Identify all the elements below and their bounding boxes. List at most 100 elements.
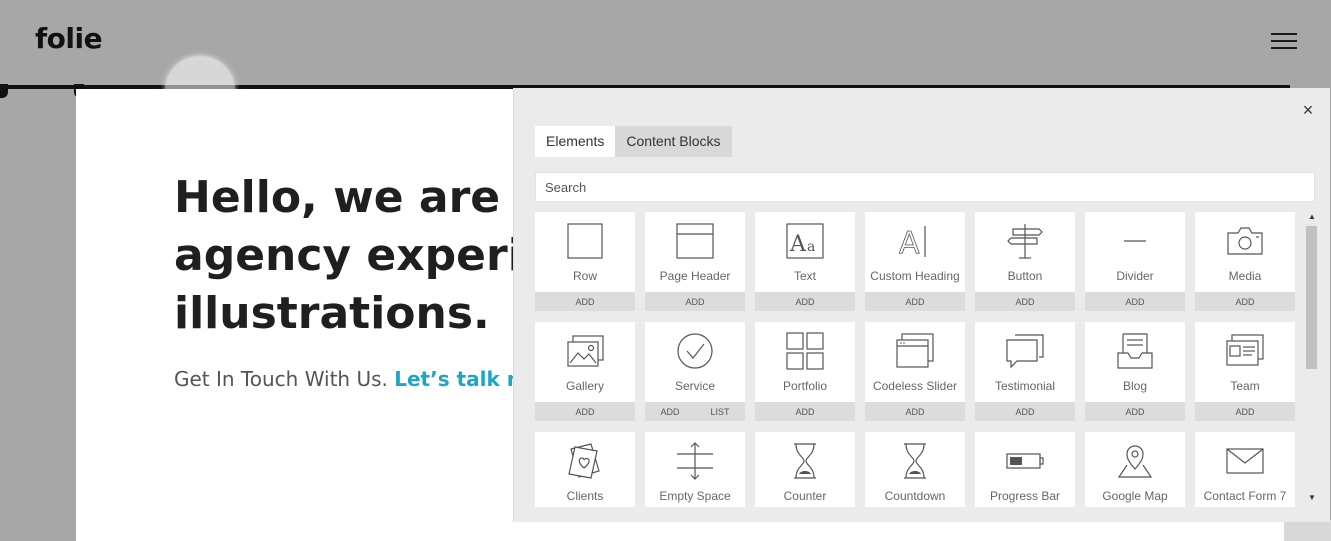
element-label: Service bbox=[674, 379, 715, 393]
camera-icon bbox=[1225, 221, 1265, 261]
svg-text:A: A bbox=[899, 226, 920, 261]
element-label: Custom Heading bbox=[870, 269, 960, 283]
element-card-counter[interactable]: Counter bbox=[755, 432, 855, 507]
element-label: Progress Bar bbox=[989, 489, 1061, 503]
search-input[interactable] bbox=[535, 172, 1315, 202]
add-button[interactable]: ADD bbox=[685, 297, 704, 307]
element-card-empty-space[interactable]: Empty Space bbox=[645, 432, 745, 507]
element-label: Media bbox=[1228, 269, 1262, 283]
element-label: Gallery bbox=[565, 379, 604, 393]
hero-heading: Hello, we are a agency experie illustrat… bbox=[174, 169, 553, 343]
element-label: Counter bbox=[783, 489, 827, 503]
divider-icon bbox=[1115, 221, 1155, 261]
check-circle-icon bbox=[675, 331, 715, 371]
empty-space-icon bbox=[675, 441, 715, 481]
element-card-button[interactable]: Button ADD bbox=[975, 212, 1075, 311]
add-button[interactable]: ADD bbox=[1015, 297, 1034, 307]
tab-elements[interactable]: Elements bbox=[535, 126, 616, 157]
element-label: Codeless Slider bbox=[872, 379, 958, 393]
battery-icon bbox=[1005, 441, 1045, 481]
hourglass-icon bbox=[895, 441, 935, 481]
element-card-text[interactable]: Aa Text ADD bbox=[755, 212, 855, 311]
element-card-media[interactable]: Media ADD bbox=[1195, 212, 1295, 311]
speech-bubbles-icon bbox=[1005, 331, 1045, 371]
inbox-icon bbox=[1115, 331, 1155, 371]
element-actions: ADD bbox=[975, 292, 1075, 311]
site-logo[interactable]: folie bbox=[35, 22, 103, 55]
scrollbar-thumb[interactable] bbox=[1306, 226, 1317, 369]
map-pin-icon bbox=[1115, 441, 1155, 481]
element-card-portfolio[interactable]: Portfolio ADD bbox=[755, 322, 855, 421]
element-card-progress-bar[interactable]: Progress Bar bbox=[975, 432, 1075, 507]
element-label: Blog bbox=[1122, 379, 1148, 393]
list-button[interactable]: LIST bbox=[710, 407, 729, 417]
element-card-clients[interactable]: Clients bbox=[535, 432, 635, 507]
element-actions: ADD bbox=[535, 402, 635, 421]
element-label: Team bbox=[1230, 379, 1260, 393]
contact-link[interactable]: Let’s talk n bbox=[394, 367, 521, 391]
element-actions: ADD bbox=[865, 292, 965, 311]
hero-line: agency experie bbox=[174, 230, 553, 281]
add-button[interactable]: ADD bbox=[1235, 297, 1254, 307]
element-card-testimonial[interactable]: Testimonial ADD bbox=[975, 322, 1075, 421]
element-card-service[interactable]: Service ADD LIST bbox=[645, 322, 745, 421]
element-card-row[interactable]: Row ADD bbox=[535, 212, 635, 311]
element-card-team[interactable]: Team ADD bbox=[1195, 322, 1295, 421]
element-card-contact-form-7[interactable]: Contact Form 7 bbox=[1195, 432, 1295, 507]
add-button[interactable]: ADD bbox=[795, 297, 814, 307]
signpost-icon bbox=[1005, 221, 1045, 261]
element-label: Portfolio bbox=[782, 379, 828, 393]
element-label: Google Map bbox=[1102, 489, 1168, 503]
element-label: Divider bbox=[1116, 269, 1154, 283]
element-label: Button bbox=[1007, 269, 1043, 283]
element-card-custom-heading[interactable]: A Custom Heading ADD bbox=[865, 212, 965, 311]
cursor-ring bbox=[165, 56, 235, 126]
add-button[interactable]: ADD bbox=[575, 297, 594, 307]
row-icon bbox=[565, 221, 605, 261]
element-card-blog[interactable]: Blog ADD bbox=[1085, 322, 1185, 421]
add-button[interactable]: ADD bbox=[795, 407, 814, 417]
element-card-divider[interactable]: Divider ADD bbox=[1085, 212, 1185, 311]
add-button[interactable]: ADD bbox=[660, 407, 679, 417]
close-icon[interactable]: × bbox=[1300, 101, 1316, 119]
add-button[interactable]: ADD bbox=[575, 407, 594, 417]
hamburger-menu-icon[interactable] bbox=[1271, 33, 1297, 51]
id-cards-icon bbox=[1225, 331, 1265, 371]
svg-text:A: A bbox=[789, 232, 807, 257]
element-actions: ADD bbox=[535, 292, 635, 311]
add-button[interactable]: ADD bbox=[905, 407, 924, 417]
element-card-codeless-slider[interactable]: Codeless Slider ADD bbox=[865, 322, 965, 421]
element-card-countdown[interactable]: Countdown bbox=[865, 432, 965, 507]
hero-line: illustrations. bbox=[174, 288, 490, 339]
hero-subtitle: Get In Touch With Us. Let’s talk n bbox=[174, 367, 521, 391]
add-button[interactable]: ADD bbox=[905, 297, 924, 307]
element-actions: ADD bbox=[865, 402, 965, 421]
tab-content-blocks[interactable]: Content Blocks bbox=[615, 126, 732, 157]
element-actions: ADD bbox=[975, 402, 1075, 421]
hero-line: Hello, we are a bbox=[174, 172, 546, 223]
element-card-gallery[interactable]: Gallery ADD bbox=[535, 322, 635, 421]
divider-handle-left bbox=[0, 84, 8, 98]
add-button[interactable]: ADD bbox=[1235, 407, 1254, 417]
element-label: Testimonial bbox=[994, 379, 1056, 393]
envelope-icon bbox=[1225, 441, 1265, 481]
add-button[interactable]: ADD bbox=[1015, 407, 1034, 417]
add-button[interactable]: ADD bbox=[1125, 297, 1144, 307]
element-label: Text bbox=[793, 269, 816, 283]
elements-grid-viewport: Row ADD Page Header ADD Aa Text ADD A Custom Hea… bbox=[535, 212, 1305, 507]
element-card-google-map[interactable]: Google Map bbox=[1085, 432, 1185, 507]
scrollbar[interactable]: ▲ ▼ bbox=[1304, 212, 1320, 507]
page-header-icon bbox=[675, 221, 715, 261]
element-card-page-header[interactable]: Page Header ADD bbox=[645, 212, 745, 311]
gallery-icon bbox=[565, 331, 605, 371]
hero-subtitle-text: Get In Touch With Us. bbox=[174, 367, 388, 391]
element-actions: ADD bbox=[1085, 292, 1185, 311]
text-icon: Aa bbox=[785, 221, 825, 261]
add-button[interactable]: ADD bbox=[1125, 407, 1144, 417]
scroll-up-icon[interactable]: ▲ bbox=[1307, 212, 1317, 222]
page-edge bbox=[1284, 520, 1331, 541]
slider-icon bbox=[895, 331, 935, 371]
element-label: Empty Space bbox=[659, 489, 731, 503]
scroll-down-icon[interactable]: ▼ bbox=[1307, 493, 1317, 503]
panel-tabs: Elements Content Blocks bbox=[535, 126, 732, 157]
